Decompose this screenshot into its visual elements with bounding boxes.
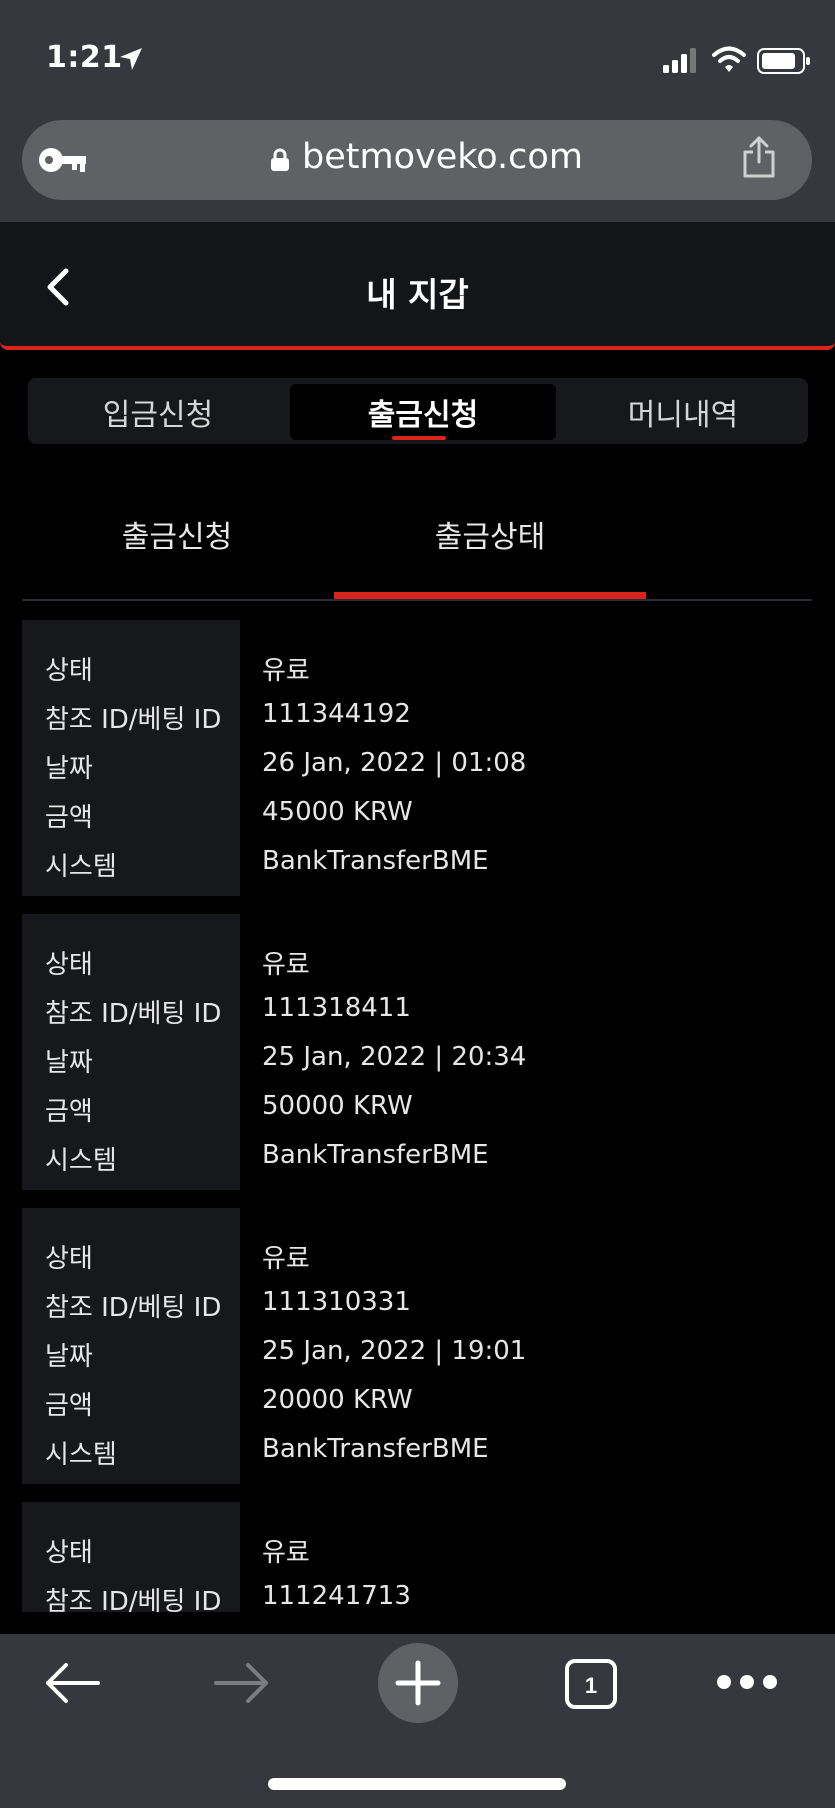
label-status: 상태 — [45, 1538, 93, 1568]
label-system: 시스템 — [45, 852, 117, 882]
label-date: 날짜 — [45, 1048, 93, 1078]
key-icon[interactable] — [38, 146, 88, 178]
value-ref-id: 111241713 — [262, 1581, 411, 1611]
withdrawal-record: 상태 유료 참조 ID/베팅 ID 111344192 날짜 26 Jan, 2… — [22, 620, 812, 896]
withdrawal-record: 상태 유료 참조 ID/베팅 ID 111241713 — [22, 1502, 812, 1612]
value-status: 유료 — [262, 950, 310, 980]
url-text[interactable]: betmoveko.com — [302, 137, 583, 177]
label-date: 날짜 — [45, 1342, 93, 1372]
value-system: BankTransferBME — [262, 1434, 489, 1464]
value-date: 25 Jan, 2022 | 19:01 — [262, 1336, 527, 1366]
subtab-withdraw-status[interactable]: 출금상태 — [334, 512, 646, 556]
subtab-divider — [22, 599, 812, 601]
lock-icon — [270, 148, 290, 176]
label-amount: 금액 — [45, 1391, 93, 1421]
label-status: 상태 — [45, 656, 93, 686]
page-title: 내 지갑 — [366, 275, 469, 314]
withdrawal-records-list[interactable]: 상태 유료 참조 ID/베팅 ID 111344192 날짜 26 Jan, 2… — [22, 620, 812, 1612]
value-ref-id: 111318411 — [262, 993, 411, 1023]
label-ref-id: 참조 ID/베팅 ID — [45, 999, 222, 1029]
battery-icon — [757, 48, 811, 78]
label-system: 시스템 — [45, 1146, 117, 1176]
value-date: 26 Jan, 2022 | 01:08 — [262, 748, 527, 778]
home-indicator — [268, 1778, 566, 1790]
status-time: 1:21 — [46, 40, 123, 75]
more-options-icon[interactable] — [716, 1672, 778, 1696]
forward-arrow-icon[interactable] — [214, 1660, 270, 1710]
value-ref-id: 111310331 — [262, 1287, 411, 1317]
wifi-icon — [712, 46, 746, 78]
label-date: 날짜 — [45, 754, 93, 784]
value-amount: 20000 KRW — [262, 1385, 413, 1415]
tabs-count-button[interactable]: 1 — [564, 1658, 618, 1714]
value-amount: 50000 KRW — [262, 1091, 413, 1121]
subtab-withdraw-request[interactable]: 출금신청 — [22, 512, 332, 556]
label-amount: 금액 — [45, 1097, 93, 1127]
active-subtab-indicator — [334, 592, 646, 599]
back-arrow-icon[interactable] — [44, 1660, 100, 1710]
tab-withdraw-request[interactable]: 출금신청 — [290, 384, 556, 440]
label-ref-id: 참조 ID/베팅 ID — [45, 1293, 222, 1323]
withdrawal-record: 상태 유료 참조 ID/베팅 ID 111310331 날짜 25 Jan, 2… — [22, 1208, 812, 1484]
new-tab-plus-icon[interactable] — [378, 1643, 458, 1727]
label-status: 상태 — [45, 950, 93, 980]
value-system: BankTransferBME — [262, 1140, 489, 1170]
cellular-signal-icon — [663, 48, 699, 78]
label-ref-id: 참조 ID/베팅 ID — [45, 705, 222, 735]
withdrawal-record: 상태 유료 참조 ID/베팅 ID 111318411 날짜 25 Jan, 2… — [22, 914, 812, 1190]
label-system: 시스템 — [45, 1440, 117, 1470]
tabs-count: 1 — [585, 1673, 597, 1698]
location-arrow-icon — [118, 46, 144, 76]
label-status: 상태 — [45, 1244, 93, 1274]
label-ref-id: 참조 ID/베팅 ID — [45, 1587, 222, 1612]
value-ref-id: 111344192 — [262, 699, 411, 729]
value-date: 25 Jan, 2022 | 20:34 — [262, 1042, 527, 1072]
value-system: BankTransferBME — [262, 846, 489, 876]
value-status: 유료 — [262, 656, 310, 686]
value-amount: 45000 KRW — [262, 797, 413, 827]
value-status: 유료 — [262, 1244, 310, 1274]
label-amount: 금액 — [45, 803, 93, 833]
active-tab-indicator — [392, 436, 446, 440]
value-status: 유료 — [262, 1538, 310, 1568]
tab-deposit-request[interactable]: 입금신청 — [34, 384, 282, 440]
share-icon[interactable] — [742, 136, 776, 182]
tab-money-history[interactable]: 머니내역 — [560, 384, 806, 440]
